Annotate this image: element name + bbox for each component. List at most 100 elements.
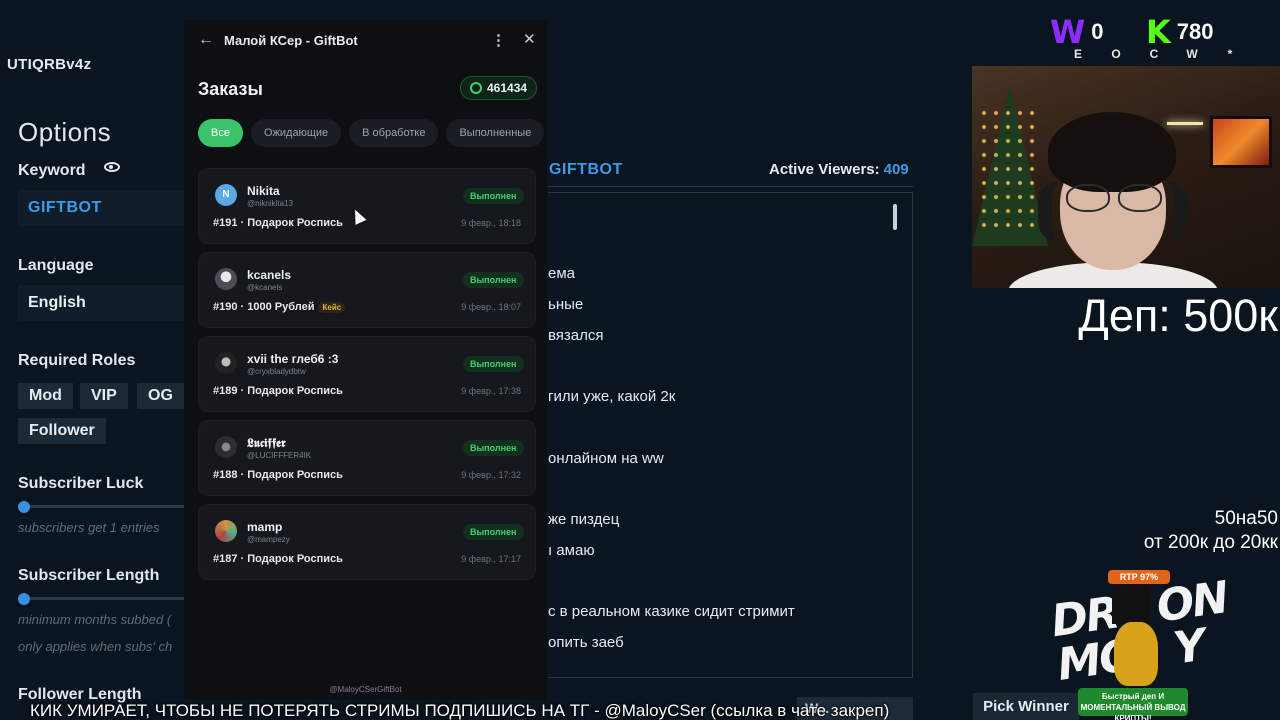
close-icon[interactable]: ✕ [523, 30, 536, 48]
chat-line: с в реальном казике сидит стримит [548, 603, 795, 620]
slider-knob[interactable] [18, 593, 30, 605]
viewers-count: 409 [883, 161, 909, 178]
active-viewers: Active Viewers: 409 [769, 161, 909, 178]
panel-footer: @MaloyCSerGiftBot [329, 685, 402, 694]
keyword-label: Keyword [18, 162, 86, 179]
back-arrow-icon[interactable]: ← [198, 31, 214, 49]
sub-luck-slider[interactable] [18, 501, 186, 513]
order-card[interactable]: mamp @mampezy Выполнен #187 · Подарок Ро… [198, 504, 536, 580]
chat-line: ı амаю [548, 542, 595, 559]
tab-completed[interactable]: Выполненные [446, 119, 545, 147]
fireplace-tv [1210, 116, 1272, 168]
key-w: W [1186, 47, 1198, 61]
chat-line: онлайном на ww [548, 450, 664, 467]
promo-badge: Быстрый деп И МОМЕНТАЛЬНЫЙ ВЫВОД КРИПТЫ! [1078, 688, 1188, 720]
order-date: 9 февр., 18:18 [461, 218, 521, 228]
order-item-text: #189 · Подарок Роспись [213, 385, 343, 397]
order-card[interactable]: N Nikita @niknikita13 Выполнен #191 · По… [198, 168, 536, 244]
order-card[interactable]: xvii the глеб6 :3 @cryxbladydbtw Выполне… [198, 336, 536, 412]
role-follower[interactable]: Follower [18, 418, 106, 444]
bottom-ticker: КИК УМИРАЕТ, ЧТОБЫ НЕ ПОТЕРЯТЬ СТРИМЫ ПО… [30, 701, 890, 720]
sponsor-promo: RTP 97% DR ON MO Y Быстрый деп И МОМЕНТАЛ… [1048, 566, 1230, 720]
order-card[interactable]: 𝕷𝖚𝖈𝖎𝖋𝖋𝖊𝖗 @LUCIFFFER4IK Выполнен #188 · П… [198, 420, 536, 496]
chat-line: вязался [548, 327, 604, 344]
order-item: #189 · Подарок Роспись [213, 385, 343, 397]
mascot [1114, 622, 1158, 686]
balance-value: 461434 [487, 81, 528, 95]
webcam [972, 66, 1280, 288]
roles-label: Required Roles [18, 352, 136, 369]
role-vip[interactable]: VIP [80, 383, 128, 409]
key-c: C [1149, 47, 1159, 61]
slider-knob[interactable] [18, 501, 30, 513]
order-item-text: #188 · Подарок Роспись [213, 469, 343, 481]
language-value: English [28, 294, 86, 311]
sub-length-slider[interactable] [18, 593, 186, 605]
chat-line: гили уже, какой 2к [548, 388, 676, 405]
avatar [215, 436, 237, 458]
filter-tabs: Все Ожидающие В обработке Выполненные [198, 119, 545, 147]
language-label: Language [18, 257, 94, 274]
chat-line: ема [548, 265, 575, 282]
orders-heading: Заказы [198, 79, 263, 99]
avatar [215, 268, 237, 290]
sub-length-hint-2: only applies when subs' ch [18, 639, 173, 654]
order-user-handle: @LUCIFFFER4IK [247, 451, 312, 460]
tree-lights [978, 106, 1040, 236]
panel-title: Малой КСер - GiftBot [224, 33, 358, 48]
role-og[interactable]: OG [137, 383, 184, 409]
chat-line: же пиздец [548, 511, 620, 528]
sub-length-hint: minimum months subbed ( [18, 612, 172, 627]
order-item-text: #190 · 1000 Рублей [213, 301, 315, 313]
w-logo-icon: W [1050, 13, 1086, 51]
key-indicators: E O C W * [1071, 47, 1237, 61]
sub-luck-hint: subscribers get 1 entries [18, 520, 160, 535]
tab-all[interactable]: Все [198, 119, 243, 147]
chat-scrollbar[interactable] [893, 204, 897, 230]
deposit-text: Деп: 500к [1078, 290, 1278, 341]
order-item: #187 · Подарок Роспись [213, 553, 343, 565]
order-item-text: #191 · Подарок Роспись [213, 217, 343, 229]
order-item: #191 · Подарок Роспись [213, 217, 343, 229]
balance-badge[interactable]: 461434 [460, 76, 537, 100]
language-select[interactable]: English [18, 285, 186, 321]
key-star: * [1227, 47, 1233, 61]
order-user-name: 𝕷𝖚𝖈𝖎𝖋𝖋𝖊𝖗 [247, 436, 286, 450]
sub-luck-label: Subscriber Luck [18, 475, 144, 492]
more-icon[interactable]: ⋮ [491, 31, 506, 49]
chat-line: ьные [548, 296, 584, 313]
order-user-handle: @cryxbladydbtw [247, 367, 306, 376]
streamer [1008, 112, 1218, 288]
tab-processing[interactable]: В обработке [349, 119, 439, 147]
order-user-name: Nikita [247, 184, 280, 198]
order-item-text: #187 · Подарок Роспись [213, 553, 343, 565]
order-user-handle: @mampezy [247, 535, 290, 544]
coin-icon [470, 82, 482, 94]
panel-header: ← Малой КСер - GiftBot ⋮ ✕ [184, 20, 547, 62]
score-w-value: 0 [1091, 19, 1104, 44]
order-item: #190 · 1000 Рублей Кейс [213, 301, 346, 313]
avatar [215, 520, 237, 542]
channel-id: UTIQRBv4z [7, 56, 92, 73]
keyword-field[interactable]: GIFTBOT [18, 190, 186, 226]
status-badge: Выполнен [463, 440, 524, 456]
order-user-name: mamp [247, 520, 283, 534]
avatar [215, 352, 237, 374]
order-date: 9 февр., 18:07 [461, 302, 521, 312]
viewers-label: Active Viewers: [769, 161, 880, 178]
order-user-handle: @niknikita13 [247, 199, 293, 208]
status-badge: Выполнен [463, 188, 524, 204]
sub-length-label: Subscriber Length [18, 567, 160, 584]
keyword-value: GIFTBOT [28, 199, 102, 216]
tab-pending[interactable]: Ожидающие [250, 119, 342, 147]
order-user-name: kcanels [247, 268, 292, 282]
score-k-value: 780 [1176, 19, 1214, 44]
order-date: 9 февр., 17:38 [461, 386, 521, 396]
order-card[interactable]: kcanels @kcanels Выполнен #190 · 1000 Ру… [198, 252, 536, 328]
options-title: Options [18, 117, 112, 147]
order-user-handle: @kcanels [247, 283, 283, 292]
giftbot-panel: ← Малой КСер - GiftBot ⋮ ✕ Заказы 461434… [184, 20, 547, 700]
eye-icon[interactable] [104, 162, 120, 172]
role-mod[interactable]: Mod [18, 383, 73, 409]
score-k: K 780 [1146, 13, 1214, 51]
